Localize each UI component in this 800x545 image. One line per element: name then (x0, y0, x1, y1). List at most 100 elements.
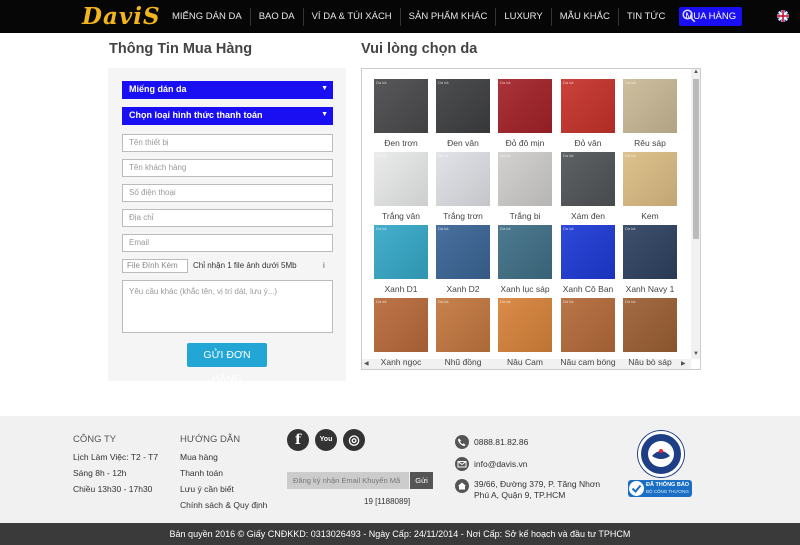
leather-swatch[interactable]: Da kả (561, 79, 615, 133)
note-textarea[interactable]: Yêu cầu khác (khắc tên, vị trí dát, lưu … (122, 280, 333, 333)
youtube-icon[interactable]: You (315, 429, 337, 451)
home-icon (455, 479, 469, 493)
swatch-watermark: Da kả (376, 80, 387, 85)
leather-swatch[interactable]: Da kả (498, 79, 552, 133)
swatch-label[interactable]: Đỏ vân (553, 138, 623, 148)
swatch-label[interactable]: Kem (615, 211, 685, 221)
phone-input[interactable]: Số điện thoại (122, 184, 333, 202)
submit-order-button[interactable]: GỬI ĐƠN HÀNG (187, 343, 267, 385)
leather-swatch[interactable]: Da kả (561, 225, 615, 279)
leather-swatch[interactable]: Da kả (374, 79, 428, 133)
swatch-label[interactable]: Nâu cam bóng (553, 357, 623, 367)
product-select-value: Miếng dán da (129, 84, 187, 94)
newsletter-email-input[interactable]: Đăng ký nhận Email Khuyến Mã (287, 472, 409, 489)
registered-badge[interactable]: ĐÃ THÔNG BÁO BỘ CÔNG THƯƠNG (628, 480, 692, 497)
uk-flag-icon[interactable] (777, 10, 789, 22)
leather-swatch[interactable]: Da kả (374, 298, 428, 352)
swatch-watermark: Da kả (438, 153, 449, 158)
contact-email[interactable]: info@davis.vn (474, 459, 528, 469)
file-attach-button[interactable]: File Đính Kèm (122, 259, 188, 273)
top-navbar: DaviS MIẾNG DÁN DA BAO DA VÍ DA & TÚI XÁ… (0, 0, 800, 33)
swatch-label[interactable]: Xanh Navy 1 (615, 284, 685, 294)
facebook-icon[interactable]: f (287, 429, 309, 451)
nav-item-vi-da[interactable]: VÍ DA & TÚI XÁCH (304, 11, 400, 22)
product-select[interactable]: Miếng dán da ▼ (122, 81, 333, 99)
phone-icon (455, 435, 469, 449)
guide-link-mua-hang[interactable]: Mua hàng (180, 452, 218, 462)
badge-title: ĐÃ THÔNG BÁO (646, 482, 690, 488)
email-input[interactable]: Email (122, 234, 333, 252)
swatch-watermark: Da kả (500, 226, 511, 231)
swatch-label[interactable]: Đen vân (428, 138, 498, 148)
nav-item-mau-khac[interactable]: MẪU KHẮC (552, 11, 618, 22)
leather-swatch[interactable]: Da kả (436, 152, 490, 206)
swatch-grid: ▲ ▼ ◀ ▶ Da kả Đen trơn Da kả Đen vân Da kả Đỏ… (361, 68, 701, 370)
swatch-label[interactable]: Nâu bò sáp (615, 357, 685, 367)
customer-name-input[interactable]: Tên khách hàng (122, 159, 333, 177)
nav-item-san-pham-khac[interactable]: SẢN PHẨM KHÁC (401, 11, 496, 22)
payment-select-value: Chọn loại hình thức thanh toán (129, 110, 263, 120)
swatch-label[interactable]: Trắng trơn (428, 211, 498, 221)
vertical-scrollbar[interactable]: ▲ ▼ (691, 69, 700, 359)
swatch-label[interactable]: Xanh D2 (428, 284, 498, 294)
swatch-watermark: Da kả (500, 299, 511, 304)
search-icon[interactable] (682, 9, 696, 23)
swatch-label[interactable]: Trắng bi (490, 211, 560, 221)
swatch-label[interactable]: Trắng vân (366, 211, 436, 221)
leather-swatch[interactable]: Da kả (436, 298, 490, 352)
order-form: Miếng dán da ▼ Chọn loại hình thức thanh … (108, 68, 346, 385)
leather-swatch[interactable]: Da kả (623, 79, 677, 133)
swatch-watermark: Da kả (563, 153, 574, 158)
swatch-label[interactable]: Đen trơn (366, 138, 436, 148)
swatch-label[interactable]: Rêu sáp (615, 138, 685, 148)
swatch-label[interactable]: Xanh ngọc (366, 357, 436, 367)
swatch-label[interactable]: Xám đen (553, 211, 623, 221)
leather-swatch[interactable]: Da kả (436, 79, 490, 133)
leather-swatch[interactable]: Da kả (623, 298, 677, 352)
swatch-label[interactable]: Xanh lục sáp (490, 284, 560, 294)
swatch-watermark: Da kả (625, 80, 636, 85)
swatch-watermark: Da kả (500, 153, 511, 158)
swatch-label[interactable]: Xanh D1 (366, 284, 436, 294)
swatch-section-title: Vui lòng chọn da (361, 41, 478, 57)
leather-swatch[interactable]: Da kả (374, 152, 428, 206)
leather-swatch[interactable]: Da kả (623, 152, 677, 206)
main-nav: MIẾNG DÁN DA BAO DA VÍ DA & TÚI XÁCH SẢN… (164, 0, 743, 33)
swatch-label[interactable]: Xanh Cô Ban (553, 284, 623, 294)
leather-swatch[interactable]: Da kả (623, 225, 677, 279)
address-input[interactable]: Địa chỉ (122, 209, 333, 227)
leather-swatch[interactable]: Da kả (498, 152, 552, 206)
leather-swatch[interactable]: Da kả (374, 225, 428, 279)
device-name-input[interactable]: Tên thiết bị (122, 134, 333, 152)
check-icon (629, 481, 644, 496)
guide-link-luu-y[interactable]: Lưu ý cần biết (180, 484, 234, 494)
guide-link-thanh-toan[interactable]: Thanh toán (180, 468, 223, 478)
leather-swatch[interactable]: Da kả (498, 225, 552, 279)
badge-subtitle: BỘ CÔNG THƯƠNG (646, 489, 689, 494)
email-icon (455, 457, 469, 471)
swatch-label[interactable]: Đỏ đô mịn (490, 138, 560, 148)
nav-item-mieng-dan-da[interactable]: MIẾNG DÁN DA (164, 11, 250, 22)
leather-swatch[interactable]: Da kả (561, 298, 615, 352)
nav-item-luxury[interactable]: LUXURY (496, 11, 550, 22)
payment-select[interactable]: Chọn loại hình thức thanh toán ▼ (122, 107, 333, 125)
instagram-icon[interactable]: ◎ (343, 429, 365, 451)
leather-swatch[interactable]: Da kả (561, 152, 615, 206)
scroll-down-icon[interactable]: ▼ (693, 351, 699, 357)
nav-item-tin-tuc[interactable]: TIN TỨC (619, 11, 674, 22)
swatch-label[interactable]: Nhũ đồng (428, 357, 498, 367)
leather-swatch[interactable]: Da kả (498, 298, 552, 352)
swatch-watermark: Da kả (438, 80, 449, 85)
davis-logo[interactable]: DaviS (82, 3, 161, 30)
scroll-thumb[interactable] (693, 79, 699, 239)
newsletter-submit-button[interactable]: Gửi (410, 472, 433, 489)
swatch-label[interactable]: Nâu Cam (490, 357, 560, 367)
swatch-watermark: Da kả (500, 80, 511, 85)
swatch-watermark: Da kả (376, 299, 387, 304)
contact-phone[interactable]: 0888.81.82.86 (474, 437, 528, 447)
contact-address-line2: Phú A, Quận 9, TP.HCM (474, 490, 566, 500)
scroll-up-icon[interactable]: ▲ (693, 69, 699, 75)
leather-swatch[interactable]: Da kả (436, 225, 490, 279)
nav-item-bao-da[interactable]: BAO DA (251, 11, 303, 22)
guide-link-chinh-sach[interactable]: Chính sách & Quy định (180, 500, 267, 510)
